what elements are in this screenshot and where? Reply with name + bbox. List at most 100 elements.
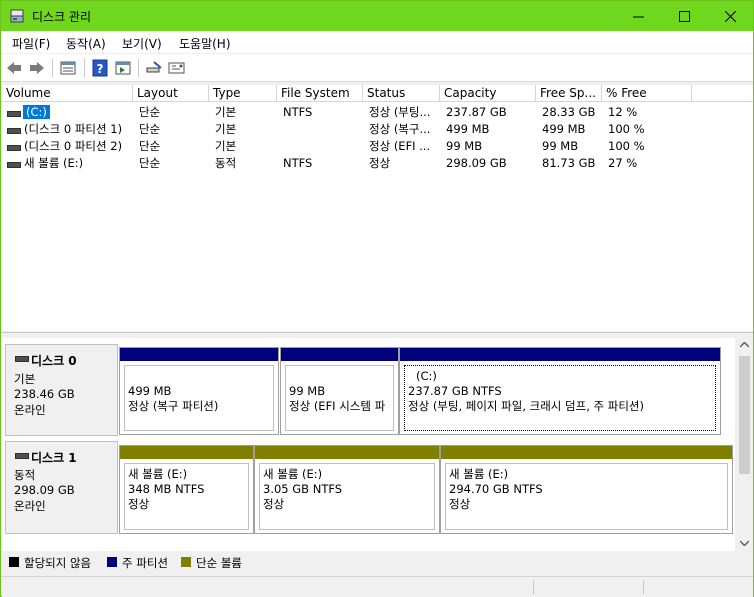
disk-1-label[interactable]: 디스크 1 동적 298.09 GB 온라인	[5, 441, 118, 534]
simple-volume-bar	[255, 446, 439, 459]
legend: 할당되지 않음 주 파티션 단순 볼륨	[2, 552, 753, 573]
partition-disk1-e-1[interactable]: 새 볼륨 (E:) 348 MB NTFS 정상	[119, 445, 254, 534]
menu-file[interactable]: 파일(F)	[12, 35, 50, 52]
list-view-icon[interactable]	[59, 59, 77, 77]
volume-file-system: NTFS	[283, 156, 313, 170]
partition-size: 348 MB NTFS	[128, 482, 205, 496]
svg-text:?: ?	[97, 62, 104, 76]
toolbar-separator	[52, 59, 53, 77]
partition-disk0-recovery[interactable]: 499 MB 정상 (복구 파티션)	[119, 347, 279, 435]
volume-type: 기본	[215, 105, 237, 119]
scroll-down-icon[interactable]	[740, 540, 749, 546]
volume-free-space: 81.73 GB	[542, 156, 596, 170]
volume-free-space: 499 MB	[542, 122, 586, 136]
partition-disk1-e-3[interactable]: 새 볼륨 (E:) 294.70 GB NTFS 정상	[440, 445, 733, 534]
legend-label-primary: 주 파티션	[122, 556, 168, 570]
disk-size: 298.09 GB	[14, 483, 75, 497]
column-header-free-space[interactable]: Free Sp...	[536, 85, 602, 102]
status-separator	[643, 580, 644, 594]
column-header-file-system[interactable]: File System	[277, 85, 363, 102]
volume-free-space: 28.33 GB	[542, 105, 596, 119]
volume-icon	[7, 128, 21, 134]
scroll-up-icon[interactable]	[740, 342, 749, 348]
disk-management-window: 디스크 관리 파일(F) 동작(A) 보기(V) 도움말(H) ? Volume…	[0, 0, 754, 597]
column-header-status[interactable]: Status	[363, 85, 440, 102]
primary-partition-bar	[400, 348, 720, 361]
disk-graphical-view: 디스크 0 기본 238.46 GB 온라인 499 MB 정상 (복구 파티션…	[2, 338, 735, 551]
partition-disk1-e-2[interactable]: 새 볼륨 (E:) 3.05 GB NTFS 정상	[254, 445, 440, 534]
volume-row-partition-2[interactable]: (디스크 0 파티션 2) 단순 기본 정상 (EFI ... 99 MB 99…	[2, 138, 753, 155]
partition-disk0-efi[interactable]: 99 MB 정상 (EFI 시스템 파	[280, 347, 399, 435]
partition-status: 정상	[128, 497, 150, 511]
minimize-button[interactable]	[615, 1, 661, 31]
properties-icon[interactable]	[114, 59, 132, 77]
volume-type: 기본	[215, 139, 237, 153]
volume-list: Volume Layout Type File System Status Ca…	[2, 85, 753, 331]
menu-help[interactable]: 도움말(H)	[179, 35, 231, 52]
column-header-capacity[interactable]: Capacity	[440, 85, 536, 102]
partition-title	[289, 369, 390, 384]
volume-status: 정상 (부팅...	[369, 105, 431, 119]
partition-status: 정상	[263, 497, 285, 511]
volume-free-space: 99 MB	[542, 139, 579, 153]
disk-state: 온라인	[14, 499, 46, 513]
legend-swatch-primary	[107, 557, 117, 567]
legend-swatch-simple	[181, 557, 191, 567]
disk-0-label[interactable]: 디스크 0 기본 238.46 GB 온라인	[5, 344, 118, 436]
volume-percent-free: 100 %	[608, 122, 645, 136]
partition-status: 정상 (복구 파티션)	[128, 399, 219, 413]
volume-row-c[interactable]: (C:) 단순 기본 NTFS 정상 (부팅... 237.87 GB 28.3…	[2, 104, 753, 121]
volume-capacity: 237.87 GB	[446, 105, 507, 119]
disk-name: 디스크 1	[31, 451, 77, 465]
partition-size: 294.70 GB NTFS	[449, 482, 543, 496]
volume-icon	[7, 145, 21, 151]
disk-type: 기본	[14, 372, 36, 386]
volume-icon	[7, 111, 21, 117]
close-button[interactable]	[707, 1, 753, 31]
column-header-percent-free[interactable]: % Free	[602, 85, 692, 102]
graph-vertical-scrollbar[interactable]	[736, 338, 753, 551]
column-header-type[interactable]: Type	[209, 85, 277, 102]
rescan-icon[interactable]	[168, 59, 186, 77]
volume-status: 정상 (복구...	[369, 122, 431, 136]
disk-state: 온라인	[14, 403, 46, 417]
scrollbar-thumb[interactable]	[739, 356, 750, 474]
disk-size: 238.46 GB	[14, 387, 75, 401]
volume-layout: 단순	[139, 156, 161, 170]
volume-capacity: 298.09 GB	[446, 156, 507, 170]
menu-bar: 파일(F) 동작(A) 보기(V) 도움말(H)	[1, 31, 753, 53]
primary-partition-bar	[120, 348, 278, 361]
volume-icon	[7, 162, 21, 168]
volume-layout: 단순	[139, 105, 161, 119]
partition-status: 정상	[449, 497, 471, 511]
back-icon[interactable]	[5, 59, 23, 77]
simple-volume-bar	[441, 446, 732, 459]
volume-row-partition-1[interactable]: (디스크 0 파티션 1) 단순 기본 정상 (복구... 499 MB 499…	[2, 121, 753, 138]
partition-size: 3.05 GB NTFS	[263, 482, 343, 496]
partition-disk0-c[interactable]: (C:) 237.87 GB NTFS 정상 (부팅, 페이지 파일, 크래시 …	[399, 347, 721, 435]
volume-file-system: NTFS	[283, 105, 313, 119]
column-header-volume[interactable]: Volume	[2, 85, 133, 102]
partition-size: 237.87 GB NTFS	[408, 384, 502, 398]
partition-title: 새 볼륨 (E:)	[449, 467, 509, 481]
volume-layout: 단순	[139, 139, 161, 153]
forward-icon[interactable]	[28, 59, 46, 77]
column-header-layout[interactable]: Layout	[133, 85, 209, 102]
toolbar-separator	[84, 59, 85, 77]
menu-action[interactable]: 동작(A)	[66, 35, 106, 52]
help-icon[interactable]: ?	[91, 59, 109, 77]
status-bar	[2, 576, 753, 597]
menu-view[interactable]: 보기(V)	[122, 35, 162, 52]
volume-capacity: 99 MB	[446, 139, 483, 153]
volume-row-e[interactable]: 새 볼륨 (E:) 단순 동적 NTFS 정상 298.09 GB 81.73 …	[2, 155, 753, 172]
volume-status: 정상 (EFI ...	[369, 139, 431, 153]
toolbar-separator	[138, 59, 139, 77]
connect-icon[interactable]	[145, 59, 163, 77]
legend-label-unallocated: 할당되지 않음	[24, 556, 92, 570]
volume-name: (디스크 0 파티션 1)	[24, 122, 123, 136]
maximize-button[interactable]	[661, 1, 707, 31]
volume-layout: 단순	[139, 122, 161, 136]
partition-size: 499 MB	[128, 384, 172, 398]
disk-icon	[15, 453, 29, 459]
close-icon	[724, 10, 736, 22]
